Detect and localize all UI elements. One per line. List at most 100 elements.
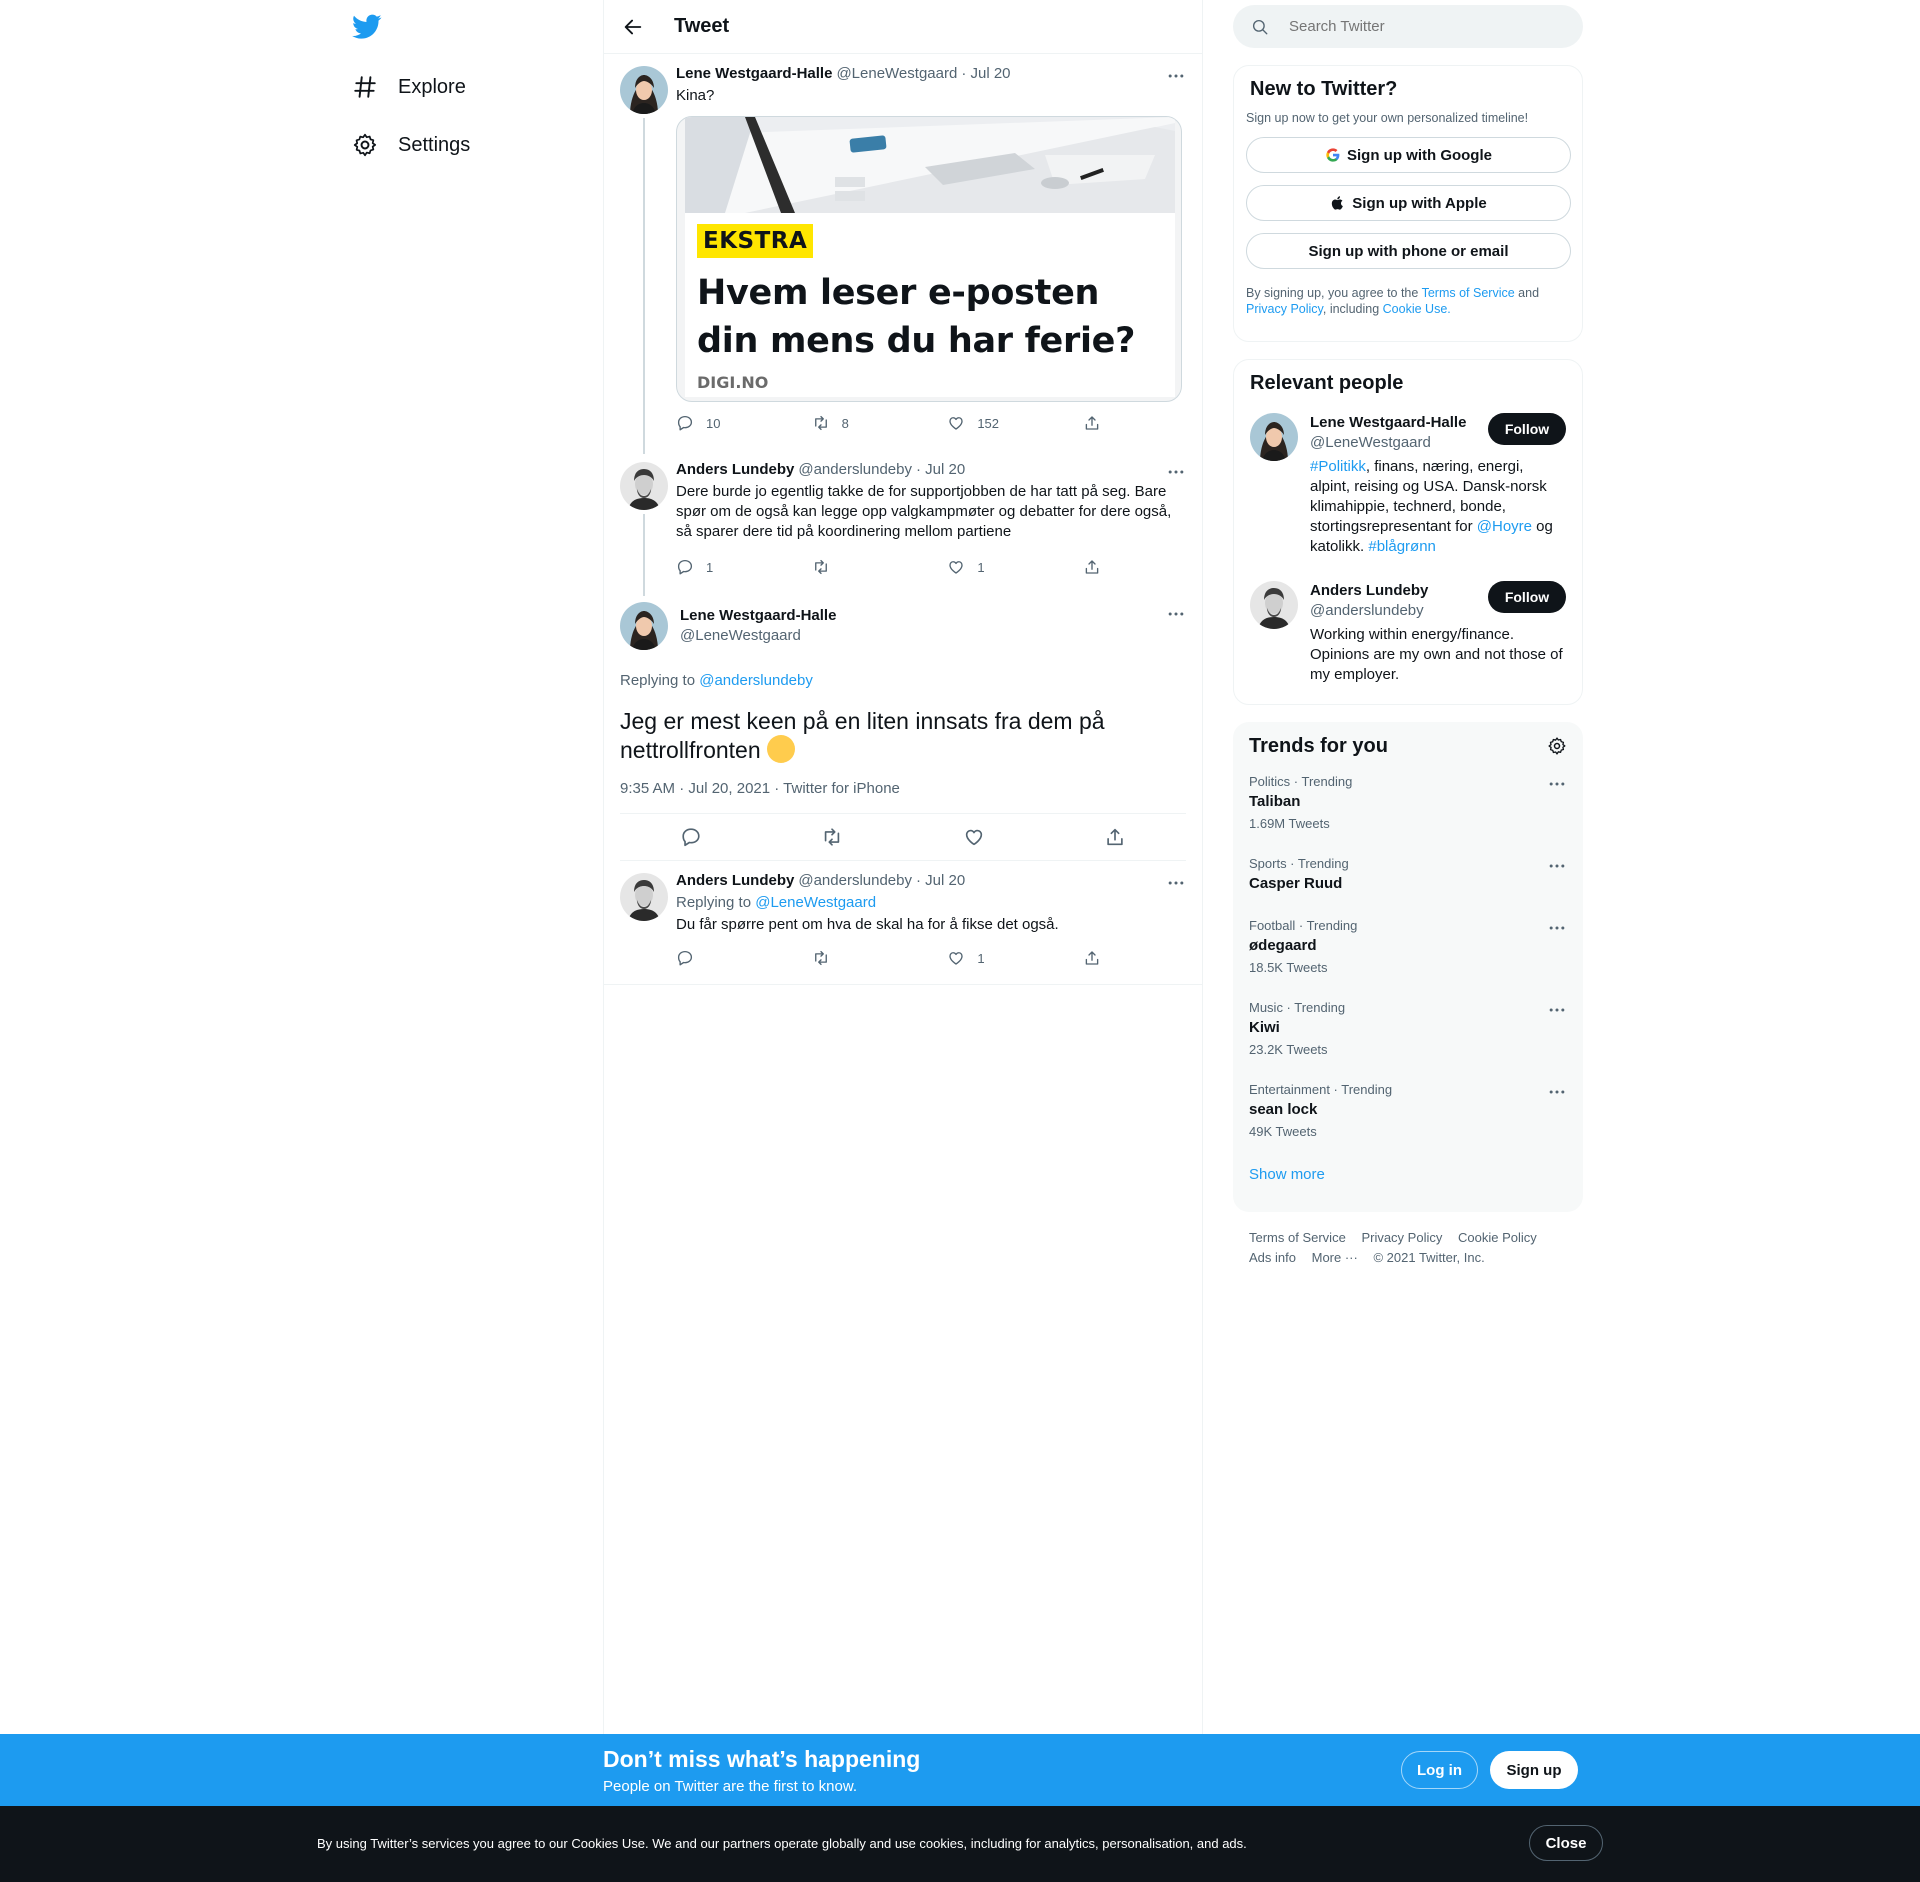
new-to-twitter-panel: New to Twitter? Sign up now to get your …: [1233, 65, 1583, 342]
author-handle[interactable]: @LeneWestgaard: [836, 64, 957, 84]
author-handle[interactable]: @anderslundeby: [798, 460, 912, 480]
back-arrow-icon[interactable]: [622, 16, 644, 38]
heart-icon[interactable]: [963, 826, 985, 848]
card-badge: EKSTRA: [697, 224, 814, 258]
thread-tweet[interactable]: Lene Westgaard-Halle @LeneWestgaard · Ju…: [604, 54, 1202, 454]
retweet-button[interactable]: [812, 558, 912, 576]
avatar[interactable]: [1250, 413, 1298, 461]
replying-to-link[interactable]: @LeneWestgaard: [755, 894, 876, 911]
footer-cookie-link[interactable]: Cookie Policy: [1458, 1230, 1537, 1245]
hashtag-link[interactable]: #Politikk: [1310, 458, 1366, 475]
reply-tweet[interactable]: Anders Lundeby @anderslundeby · Jul 20 R…: [604, 861, 1202, 985]
tweet-date[interactable]: · Jul 20: [916, 460, 965, 480]
more-options-icon[interactable]: [1547, 1082, 1567, 1102]
twitter-logo-icon[interactable]: [352, 14, 382, 40]
avatar[interactable]: [620, 602, 668, 650]
search-bar[interactable]: [1233, 5, 1583, 48]
replying-label: Replying to: [620, 672, 696, 689]
search-input[interactable]: [1289, 18, 1549, 35]
share-icon[interactable]: [1104, 826, 1126, 848]
retweet-button[interactable]: [812, 949, 912, 967]
share-button[interactable]: [1083, 949, 1101, 967]
share-button[interactable]: [1083, 558, 1101, 576]
avatar[interactable]: [620, 873, 668, 921]
signup-google-button[interactable]: Sign up with Google: [1246, 137, 1571, 173]
show-more-link[interactable]: Show more: [1249, 1166, 1567, 1183]
reply-icon: [676, 949, 694, 967]
retweet-count: 8: [841, 415, 849, 431]
more-options-icon[interactable]: [1166, 462, 1186, 482]
avatar[interactable]: [620, 462, 668, 510]
author-handle[interactable]: @anderslundeby: [798, 871, 912, 891]
replying-to-link[interactable]: @anderslundeby: [699, 672, 813, 689]
avatar[interactable]: [1250, 581, 1298, 629]
author-name[interactable]: Lene Westgaard-Halle: [676, 64, 832, 84]
card-source: DIGI.NO: [697, 373, 769, 392]
more-options-icon[interactable]: [1547, 918, 1567, 938]
tweet-date[interactable]: · Jul 20: [961, 64, 1010, 84]
panel-title: Relevant people: [1250, 372, 1404, 394]
footer-privacy-link[interactable]: Privacy Policy: [1361, 1230, 1442, 1245]
privacy-link[interactable]: Privacy Policy: [1246, 302, 1323, 316]
tweet-date[interactable]: · Jul 20: [916, 871, 965, 891]
replying-to: Replying to @anderslundeby: [620, 672, 1186, 689]
footer-ads-link[interactable]: Ads info: [1249, 1250, 1296, 1265]
heart-icon: [947, 414, 965, 432]
footer-terms-link[interactable]: Terms of Service: [1249, 1230, 1346, 1245]
author-name[interactable]: Anders Lundeby: [676, 871, 794, 891]
more-options-icon[interactable]: [1547, 774, 1567, 794]
reply-icon[interactable]: [680, 826, 702, 848]
more-options-icon[interactable]: [1166, 604, 1186, 624]
trend-item[interactable]: Entertainment · Trending sean lock 49K T…: [1249, 1066, 1567, 1148]
signup-phone-button[interactable]: Sign up with phone or email: [1246, 233, 1571, 269]
signup-phone-label: Sign up with phone or email: [1308, 242, 1509, 260]
thread-tweet[interactable]: Anders Lundeby @anderslundeby · Jul 20 D…: [604, 450, 1202, 596]
like-button[interactable]: 1: [947, 558, 1047, 576]
more-options-icon[interactable]: [1547, 1000, 1567, 1020]
card-title: Hvem leser e-posten din mens du har feri…: [697, 273, 1136, 361]
like-button[interactable]: 1: [947, 949, 1047, 967]
link-card[interactable]: EKSTRA Hvem leser e-posten din mens du h…: [676, 116, 1182, 402]
cookie-link[interactable]: Cookie Use.: [1383, 302, 1451, 316]
close-button[interactable]: Close: [1529, 1825, 1603, 1861]
trend-item[interactable]: Sports · Trending Casper Ruud: [1249, 840, 1567, 902]
trend-item[interactable]: Music · Trending Kiwi 23.2K Tweets: [1249, 984, 1567, 1066]
mention-link[interactable]: @Hoyre: [1477, 518, 1532, 535]
author-name[interactable]: Anders Lundeby: [676, 460, 794, 480]
follow-button[interactable]: Follow: [1488, 581, 1566, 613]
heart-icon: [947, 558, 965, 576]
trend-item[interactable]: Football · Trending ødegaard 18.5K Tweet…: [1249, 902, 1567, 984]
google-icon: [1326, 148, 1340, 162]
login-button[interactable]: Log in: [1401, 1751, 1478, 1789]
nav-explore[interactable]: Explore: [352, 62, 466, 112]
retweet-button[interactable]: 8: [812, 414, 912, 432]
signup-apple-button[interactable]: Sign up with Apple: [1246, 185, 1571, 221]
terms-link[interactable]: Terms of Service: [1422, 286, 1515, 300]
trend-count: 49K Tweets: [1249, 1124, 1317, 1139]
more-options-icon[interactable]: [1166, 873, 1186, 893]
reply-button[interactable]: 10: [676, 414, 776, 432]
signup-button[interactable]: Sign up: [1490, 1751, 1578, 1789]
gear-icon[interactable]: [1547, 736, 1567, 756]
person-item[interactable]: Follow Anders Lundeby @anderslundeby Wor…: [1250, 581, 1566, 685]
reply-button[interactable]: 1: [676, 558, 776, 576]
trend-item[interactable]: Politics · Trending Taliban 1.69M Tweets: [1249, 758, 1567, 840]
author-handle[interactable]: @LeneWestgaard: [680, 626, 836, 646]
retweet-icon[interactable]: [821, 826, 843, 848]
reply-count: 1: [706, 559, 714, 575]
avatar[interactable]: [620, 66, 668, 114]
hashtag-link[interactable]: #blågrønn: [1368, 538, 1436, 555]
like-button[interactable]: 152: [947, 414, 1047, 432]
follow-button[interactable]: Follow: [1488, 413, 1566, 445]
share-button[interactable]: [1083, 414, 1101, 432]
tweet-text: Dere burde jo egentlig takke de for supp…: [676, 483, 1172, 540]
focal-meta[interactable]: 9:35 AM · Jul 20, 2021 · Twitter for iPh…: [620, 780, 1186, 814]
author-name[interactable]: Lene Westgaard-Halle: [680, 606, 836, 626]
trend-name: Taliban: [1249, 793, 1301, 810]
more-options-icon[interactable]: [1547, 856, 1567, 876]
reply-button[interactable]: [676, 949, 776, 967]
footer-more-link[interactable]: More ···: [1312, 1250, 1358, 1265]
nav-settings[interactable]: Settings: [352, 120, 470, 170]
more-options-icon[interactable]: [1166, 66, 1186, 86]
person-item[interactable]: Follow Lene Westgaard-Halle @LeneWestgaa…: [1250, 413, 1566, 557]
